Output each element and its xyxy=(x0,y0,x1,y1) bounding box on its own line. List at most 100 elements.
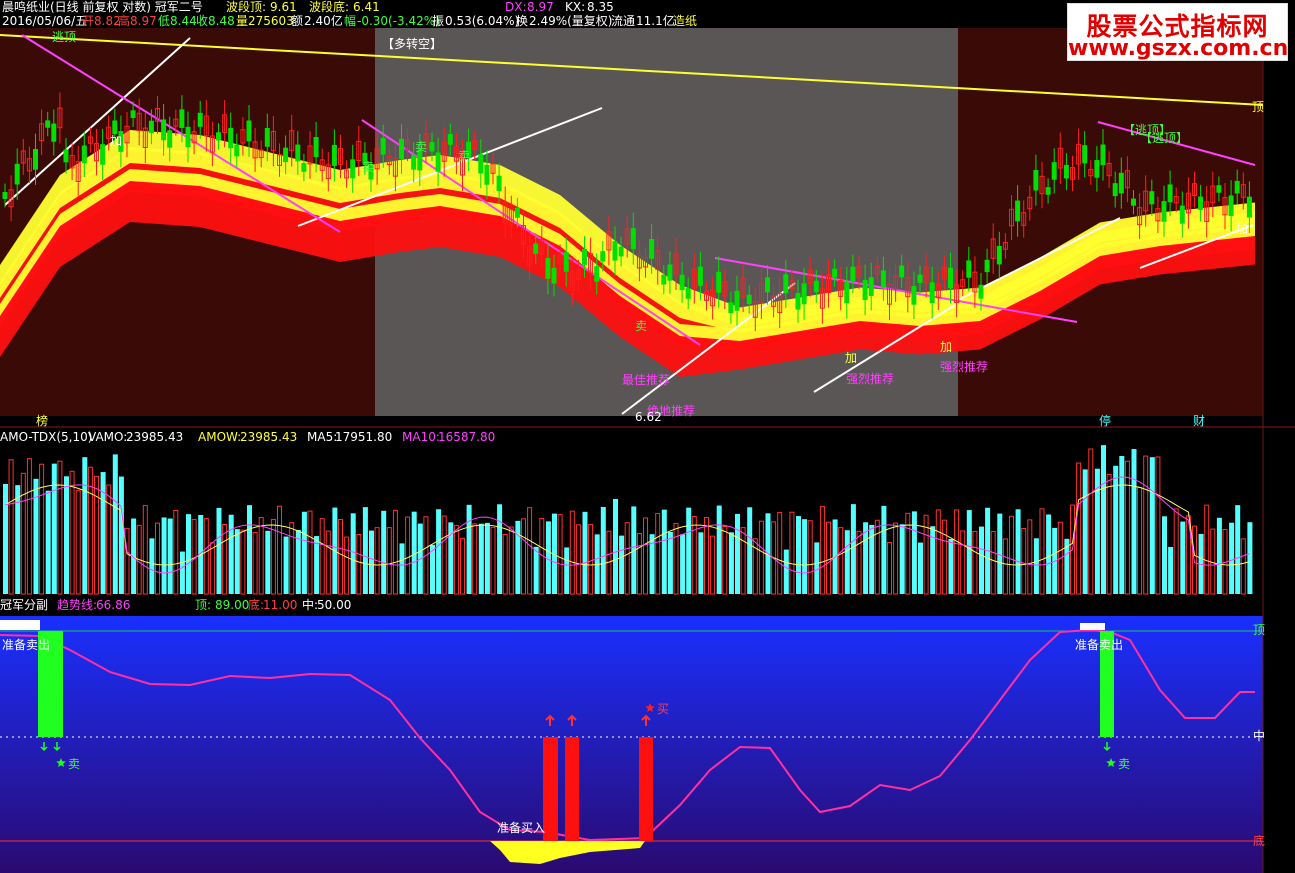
taoding-top-label: 逃顶 xyxy=(52,30,76,44)
volume-bar-down xyxy=(881,505,887,594)
candle-body xyxy=(228,127,234,149)
sell-signal-label-2: 卖 xyxy=(1118,757,1130,771)
candle-body xyxy=(1167,184,1173,203)
dx-label: DX: xyxy=(505,0,527,14)
wave-bottom-label: 波段底: xyxy=(309,0,349,14)
bottom-value: 11.00 xyxy=(263,598,297,612)
volume-bar-down xyxy=(497,504,503,594)
volume-bar-down xyxy=(466,504,472,594)
volume-bar-down xyxy=(783,549,789,594)
candle-body xyxy=(582,249,587,265)
candle-body xyxy=(917,274,923,283)
volume-bar-down xyxy=(301,511,307,594)
vamo-label: VAMO: xyxy=(88,430,127,444)
candle-body xyxy=(399,138,404,159)
candle-body xyxy=(996,245,1002,265)
candle-body xyxy=(801,283,807,305)
volume-bar-down xyxy=(1247,522,1253,594)
volume-bar-down xyxy=(149,538,155,594)
volume-bar-down xyxy=(436,509,442,594)
buy-signal-bar xyxy=(639,737,653,841)
candle-body xyxy=(734,290,740,311)
candle-body xyxy=(649,238,655,259)
candle-body xyxy=(685,288,691,299)
trend-label: 趋势线: xyxy=(57,598,97,612)
candle-body xyxy=(862,279,868,301)
sub-title: 冠军分副 xyxy=(0,598,48,612)
jia-label-1: 加 xyxy=(110,134,122,148)
candle-body xyxy=(411,154,417,170)
candle-body xyxy=(594,266,600,282)
low-label: 低 xyxy=(158,14,170,28)
candle-body xyxy=(1100,144,1106,166)
buy-signal-label: 买 xyxy=(657,702,669,716)
low-value: 8.44 xyxy=(170,14,197,28)
candle-body xyxy=(868,277,874,296)
candle-body xyxy=(185,126,191,148)
candle-body xyxy=(850,266,856,282)
header-bar: 晨鸣纸业(日线 前复权 对数) 冠军二号 波段顶: 9.61 波段底: 6.41… xyxy=(2,0,697,28)
candle-body xyxy=(984,259,990,273)
amount-value: 2.40亿 xyxy=(304,13,343,28)
candle-body xyxy=(929,282,935,304)
candle-body xyxy=(1118,172,1124,194)
candle-body xyxy=(795,292,801,310)
top-label: 顶: xyxy=(195,598,211,612)
axis-ding-label: 顶 xyxy=(1253,623,1265,637)
candle-body xyxy=(33,148,38,170)
volume-bar-down xyxy=(1216,517,1222,594)
volume-bar-down xyxy=(247,505,252,594)
ding-axis-label: 顶 xyxy=(1252,100,1264,114)
jia-label-4: 加 xyxy=(1236,222,1248,236)
trend-value: 66.86 xyxy=(96,598,130,612)
candle-body xyxy=(966,260,972,278)
candle-body xyxy=(313,137,319,158)
volume-bar-down xyxy=(484,522,490,594)
volume-bar-down xyxy=(118,476,124,594)
volume-bar-down xyxy=(216,507,222,594)
candle-body xyxy=(1051,162,1057,180)
wave-top-label: 波段顶: xyxy=(226,0,266,14)
jia-label-3: 加 xyxy=(940,340,952,354)
candle-body xyxy=(978,284,984,299)
volume-bar-down xyxy=(478,523,484,594)
candle-body xyxy=(679,274,685,291)
wave-top-value: 9.61 xyxy=(270,0,297,14)
candle-body xyxy=(697,266,703,286)
candle-body xyxy=(1179,205,1185,224)
volume-bar-down xyxy=(1168,546,1174,594)
volume-bar-down xyxy=(399,543,405,594)
volume-bar-down xyxy=(179,551,185,594)
candle-body xyxy=(429,142,435,152)
candle-body xyxy=(1228,195,1234,217)
close-value: 8.48 xyxy=(208,14,235,28)
candle-body xyxy=(148,120,154,134)
candle-body xyxy=(832,268,838,278)
amow-label: AMOW: xyxy=(198,430,241,444)
volume-bar-down xyxy=(1180,521,1186,594)
candle-body xyxy=(728,302,734,314)
volume-bar-down xyxy=(533,546,539,594)
candle-body xyxy=(1149,191,1155,205)
bottom-label: 底: xyxy=(248,597,264,612)
volume-bar-down xyxy=(667,531,673,594)
amount-label: 额 xyxy=(291,14,303,28)
volume-bar-down xyxy=(728,532,734,594)
volume-bar-down xyxy=(186,514,191,594)
volume-bar-down xyxy=(564,547,570,594)
axis-zhong-label: 中 xyxy=(1253,728,1265,743)
volume-bar-down xyxy=(844,530,850,594)
volume-bar-down xyxy=(1101,445,1106,594)
volume-bar-down xyxy=(899,524,905,594)
volume-bar-down xyxy=(698,532,704,594)
candle-body xyxy=(533,243,539,254)
amplitude-label: 振 xyxy=(432,14,444,28)
volume-bar-down xyxy=(64,476,69,594)
volume-bar-down xyxy=(515,520,521,594)
volume-indicator-name: AMO-TDX(5,10) xyxy=(0,430,92,444)
wave-bottom-value: 6.41 xyxy=(353,0,380,14)
sector: 造纸 xyxy=(673,14,697,28)
sell-signal-label-1: 卖 xyxy=(68,757,80,771)
volume-bar-down xyxy=(369,530,374,594)
volume-bar-down xyxy=(265,530,271,594)
